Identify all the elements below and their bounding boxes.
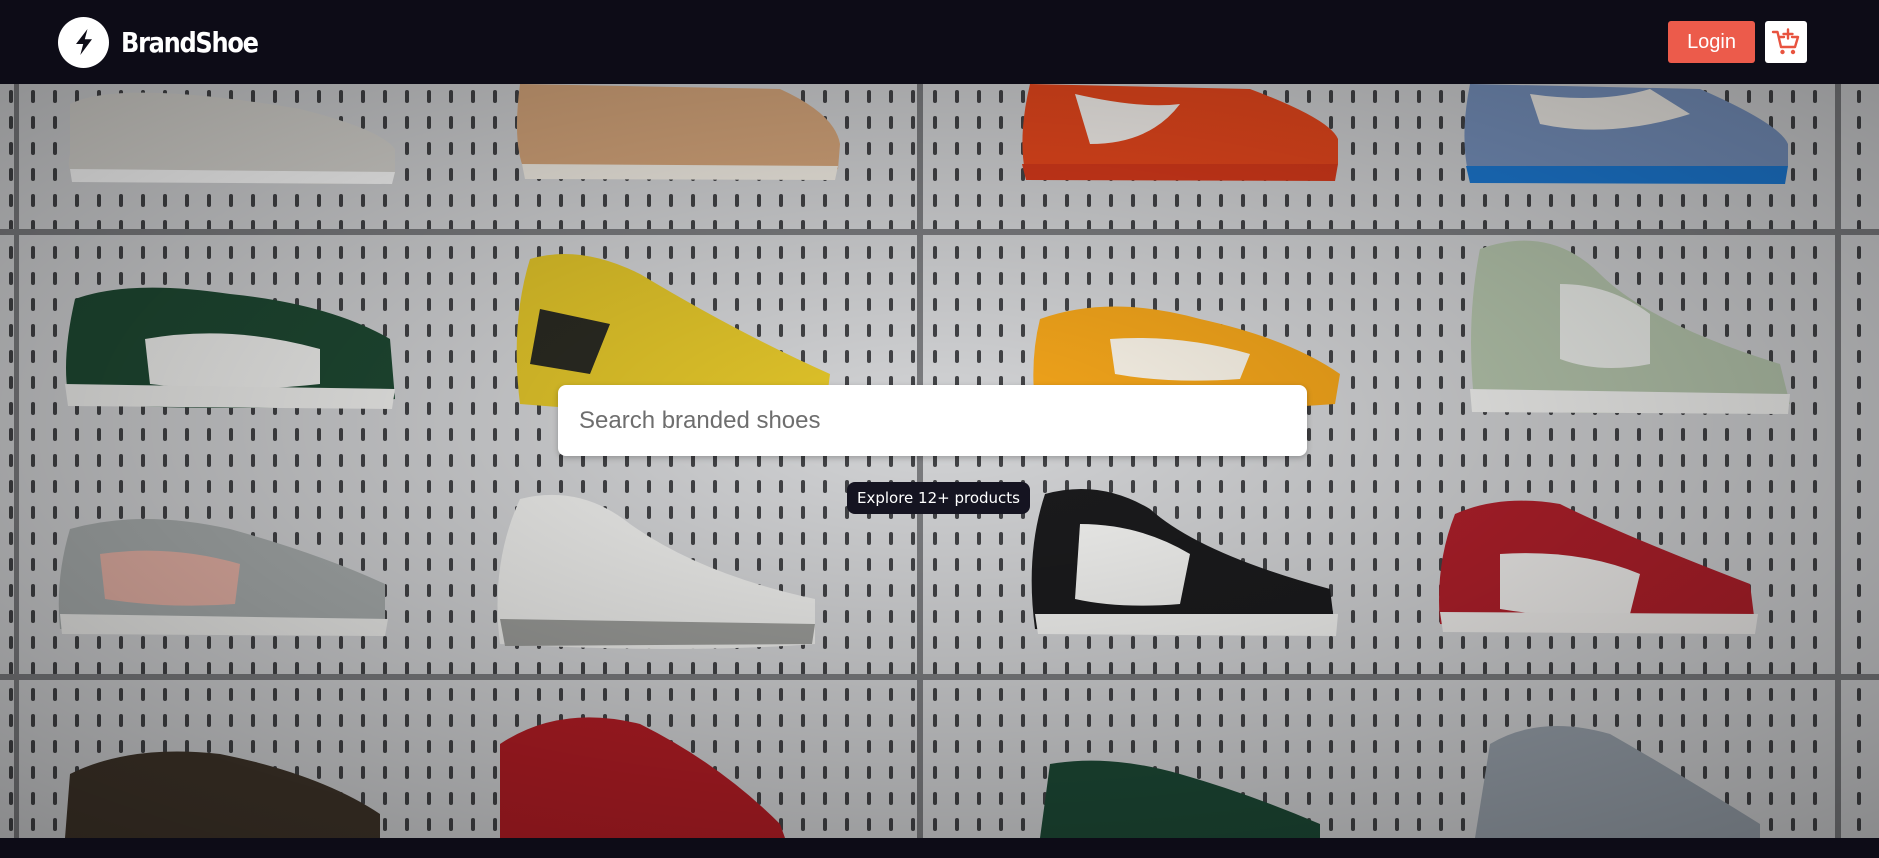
add-to-cart-icon xyxy=(1771,28,1800,55)
search-bar xyxy=(558,385,1307,456)
hero-background-image xyxy=(0,84,1879,838)
lightning-bolt-icon xyxy=(58,16,109,68)
login-button[interactable]: Login xyxy=(1668,21,1755,63)
brand-link[interactable]: BrandShoe xyxy=(58,16,280,68)
explore-products-badge[interactable]: Explore 12+ products xyxy=(847,482,1030,514)
hero-section: Explore 12+ products xyxy=(0,84,1879,838)
nav-actions: Login xyxy=(1668,21,1807,63)
footer-strip xyxy=(0,838,1879,858)
cart-button[interactable] xyxy=(1765,21,1807,63)
search-input[interactable] xyxy=(558,385,1307,456)
brand-name: BrandShoe xyxy=(121,25,259,59)
navbar: BrandShoe Login xyxy=(0,0,1879,84)
